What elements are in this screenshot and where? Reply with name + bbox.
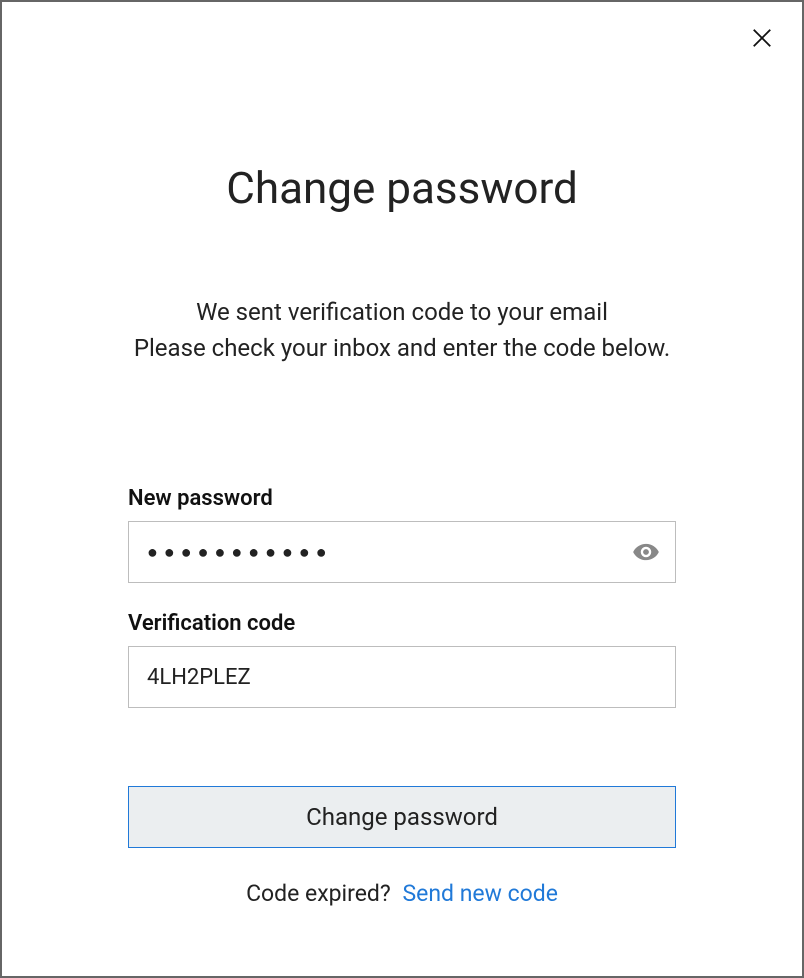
dialog-title: Change password — [226, 162, 578, 214]
verification-code-group: Verification code — [128, 611, 676, 708]
new-password-group: New password — [128, 486, 676, 583]
verification-code-label: Verification code — [128, 611, 676, 636]
form-area: New password Verification code Change pa… — [128, 486, 676, 907]
dialog-content: Change password We sent verification cod… — [2, 2, 802, 907]
new-password-input-wrapper — [128, 521, 676, 583]
instructions-line-2: Please check your inbox and enter the co… — [134, 330, 670, 366]
eye-icon — [632, 538, 660, 566]
footer-line: Code expired? Send new code — [128, 880, 676, 907]
toggle-password-visibility-button[interactable] — [628, 534, 664, 570]
new-password-label: New password — [128, 486, 676, 511]
new-password-input[interactable] — [128, 521, 676, 583]
instructions: We sent verification code to your email … — [134, 294, 670, 366]
instructions-line-1: We sent verification code to your email — [134, 294, 670, 330]
verification-code-input[interactable] — [128, 646, 676, 708]
code-expired-prompt: Code expired? — [246, 880, 391, 907]
send-new-code-link[interactable]: Send new code — [402, 880, 557, 907]
close-icon — [751, 27, 773, 49]
verification-code-input-wrapper — [128, 646, 676, 708]
change-password-button[interactable]: Change password — [128, 786, 676, 848]
close-button[interactable] — [744, 20, 780, 56]
